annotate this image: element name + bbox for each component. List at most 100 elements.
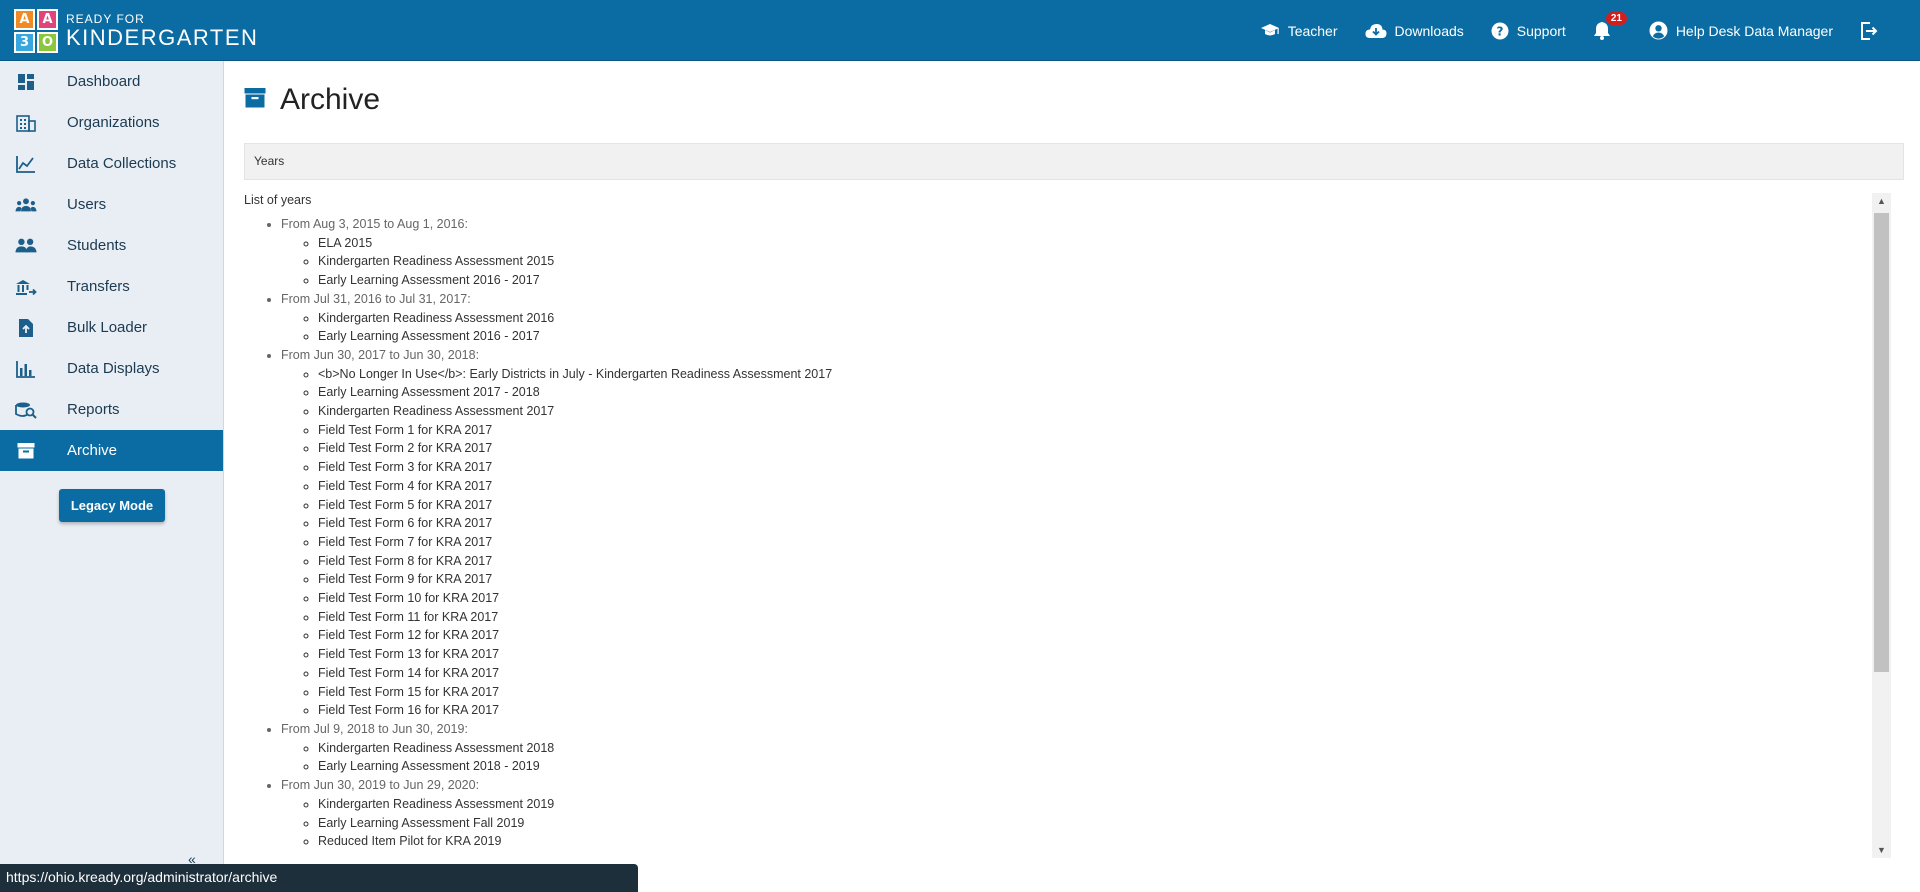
- cloud-download-icon: [1364, 23, 1387, 38]
- year-range-label: From Aug 3, 2015 to Aug 1, 2016:: [281, 217, 468, 231]
- scroll-down-arrow-icon[interactable]: ▼: [1877, 845, 1886, 855]
- collection-item: Field Test Form 2 for KRA 2017: [318, 439, 1891, 458]
- collection-item: Kindergarten Readiness Assessment 2015: [318, 252, 1891, 271]
- user-label: Help Desk Data Manager: [1675, 22, 1833, 39]
- year-range-item: From Jul 9, 2018 to Jun 30, 2019: Kinderg…: [281, 720, 1891, 776]
- vertical-scrollbar[interactable]: ▲ ▼: [1872, 193, 1891, 858]
- sidebar-item-data-collections[interactable]: Data Collections: [0, 143, 223, 184]
- year-range-label: From Jul 9, 2018 to Jun 30, 2019:: [281, 721, 468, 736]
- year-range-item: From Jul 31, 2016 to Jul 31, 2017: Kinder…: [281, 290, 1891, 346]
- dashboard-icon: [15, 71, 37, 93]
- collection-list: Kindergarten Readiness Assessment 2016Ea…: [281, 309, 1891, 346]
- collection-item: Early Learning Assessment 2018 - 2019: [318, 757, 1891, 776]
- teacher-link[interactable]: Teacher: [1260, 23, 1338, 39]
- archive-icon: [244, 87, 266, 113]
- notifications-button[interactable]: 21: [1593, 12, 1627, 40]
- archive-icon: [15, 440, 37, 462]
- user-menu[interactable]: Help Desk Data Manager: [1649, 21, 1833, 40]
- top-header: A A 3 O READY FOR KINDERGARTEN Teacher D…: [0, 0, 1920, 61]
- year-range-label: From Jun 30, 2017 to Jun 30, 2018:: [281, 347, 480, 362]
- collection-item: Field Test Form 1 for KRA 2017: [318, 421, 1891, 440]
- logout-button[interactable]: [1860, 21, 1886, 40]
- user-circle-icon: [1649, 21, 1668, 40]
- collection-item: Kindergarten Readiness Assessment 2017: [318, 402, 1891, 421]
- sidebar-item-label: Reports: [67, 401, 120, 418]
- logout-icon: [1861, 21, 1878, 40]
- year-range-label: From Jun 30, 2019 to Jun 29, 2020:: [281, 778, 480, 793]
- sidebar-item-dashboard[interactable]: Dashboard: [0, 61, 223, 102]
- collection-item: Early Learning Assessment 2016 - 2017: [318, 327, 1891, 346]
- page-title-text: Archive: [280, 83, 381, 116]
- logo-blocks: A A 3 O: [14, 9, 58, 53]
- sidebar-item-data-displays[interactable]: Data Displays: [0, 348, 223, 389]
- collection-item: Kindergarten Readiness Assessment 2016: [318, 309, 1891, 328]
- sidebar-item-users[interactable]: Users: [0, 184, 223, 225]
- logo-text: READY FOR KINDERGARTEN: [66, 13, 258, 49]
- collection-item: Field Test Form 10 for KRA 2017: [318, 589, 1891, 608]
- collection-item: Early Learning Assessment Fall 2019: [318, 814, 1891, 833]
- collection-list: Kindergarten Readiness Assessment 2019Ea…: [281, 795, 1891, 851]
- building-icon: [15, 112, 37, 134]
- collection-item: Field Test Form 11 for KRA 2017: [318, 608, 1891, 627]
- support-link[interactable]: ? Support: [1491, 22, 1566, 40]
- logo-block-4: O: [37, 32, 58, 53]
- logo-small-text: READY FOR: [66, 12, 145, 26]
- downloads-link[interactable]: Downloads: [1364, 22, 1464, 39]
- app-logo[interactable]: A A 3 O READY FOR KINDERGARTEN: [14, 9, 258, 53]
- sidebar-item-label: Transfers: [67, 278, 130, 295]
- list-heading: List of years: [244, 193, 312, 207]
- bar-chart-icon: [15, 358, 37, 380]
- years-list-container[interactable]: List of years From Aug 3, 2015 to Aug 1,…: [244, 193, 1891, 861]
- sidebar-item-reports[interactable]: Reports: [0, 389, 223, 430]
- legacy-mode-button[interactable]: Legacy Mode: [59, 489, 165, 522]
- users-icon: [15, 194, 37, 216]
- sidebar-item-label: Organizations: [67, 114, 160, 131]
- sidebar-item-archive[interactable]: Archive: [0, 430, 223, 471]
- sidebar-item-transfers[interactable]: Transfers: [0, 266, 223, 307]
- collection-item: Field Test Form 6 for KRA 2017: [318, 514, 1891, 533]
- logo-block-1: A: [14, 9, 35, 30]
- collection-list: <b>No Longer In Use</b>: Early Districts…: [281, 365, 1891, 720]
- transfer-icon: [15, 276, 37, 298]
- scroll-up-arrow-icon[interactable]: ▲: [1877, 196, 1886, 206]
- sidebar-item-label: Users: [67, 196, 107, 213]
- year-range-item: From Jun 30, 2017 to Jun 30, 2018: <b>No …: [281, 346, 1891, 720]
- chart-line-icon: [15, 153, 37, 175]
- sidebar-item-label: Data Displays: [67, 360, 160, 377]
- collection-item: ELA 2015: [318, 234, 1891, 253]
- logo-block-3: 3: [14, 32, 35, 53]
- browser-status-url: https://ohio.kready.org/administrator/ar…: [0, 864, 638, 892]
- collection-item: Field Test Form 3 for KRA 2017: [318, 458, 1891, 477]
- collection-item: Kindergarten Readiness Assessment 2019: [318, 795, 1891, 814]
- support-label: Support: [1516, 22, 1566, 39]
- file-upload-icon: [15, 317, 37, 339]
- scrollbar-thumb[interactable]: [1874, 213, 1889, 672]
- collection-item: Field Test Form 7 for KRA 2017: [318, 533, 1891, 552]
- sidebar-item-label: Archive: [67, 442, 118, 459]
- collection-item: Field Test Form 15 for KRA 2017: [318, 683, 1891, 702]
- top-nav: Teacher Downloads ? Support 21 Help Desk…: [1260, 0, 1920, 61]
- collection-item: Field Test Form 13 for KRA 2017: [318, 645, 1891, 664]
- notification-badge: 21: [1605, 12, 1627, 25]
- logo-big-text: KINDERGARTEN: [66, 25, 259, 50]
- collection-item: Early Learning Assessment 2017 - 2018: [318, 383, 1891, 402]
- graduation-cap-icon: [1260, 23, 1279, 35]
- sidebar-item-label: Students: [67, 237, 127, 254]
- svg-text:?: ?: [1496, 24, 1503, 38]
- collection-item: Field Test Form 8 for KRA 2017: [318, 552, 1891, 571]
- sidebar-item-organizations[interactable]: Organizations: [0, 102, 223, 143]
- collection-item: Early Learning Assessment 2016 - 2017: [318, 271, 1891, 290]
- sidebar-item-bulk-loader[interactable]: Bulk Loader: [0, 307, 223, 348]
- sidebar: Dashboard Organizations Data Collections…: [0, 61, 224, 892]
- sidebar-item-students[interactable]: Students: [0, 225, 223, 266]
- collection-item: Field Test Form 14 for KRA 2017: [318, 664, 1891, 683]
- year-range-label: From Jul 31, 2016 to Jul 31, 2017:: [281, 291, 471, 306]
- page-title: Archive: [244, 83, 380, 117]
- main-content: Archive Years List of years From Aug 3, …: [226, 63, 1916, 878]
- downloads-label: Downloads: [1394, 22, 1464, 39]
- collection-item: <b>No Longer In Use</b>: Early Districts…: [318, 365, 1891, 384]
- years-panel-header: Years: [244, 143, 1904, 180]
- question-circle-icon: ?: [1491, 22, 1509, 39]
- collection-item: Field Test Form 16 for KRA 2017: [318, 701, 1891, 720]
- teacher-label: Teacher: [1287, 22, 1338, 39]
